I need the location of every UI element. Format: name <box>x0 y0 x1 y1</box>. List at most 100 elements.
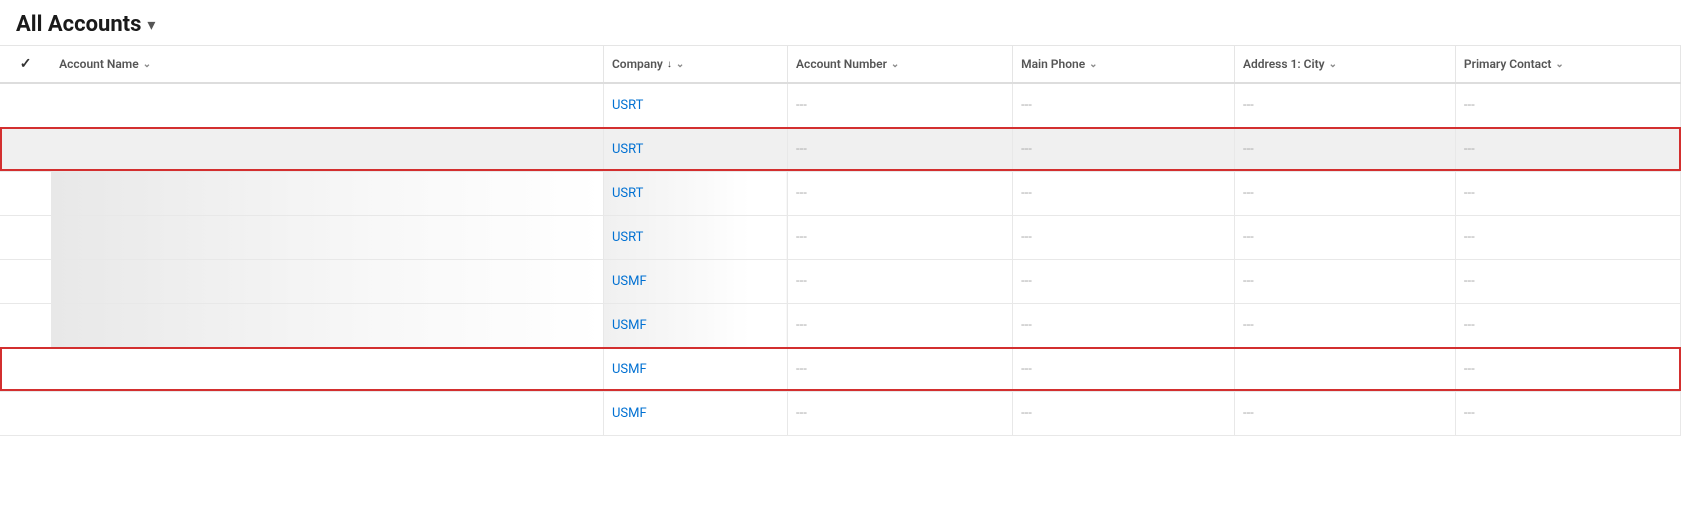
table-row[interactable]: USMF--------- <box>0 347 1681 391</box>
row-company-link[interactable]: USRT <box>612 230 643 245</box>
company-col-label: Company <box>612 57 663 71</box>
row-check-cell[interactable] <box>0 127 51 171</box>
row-company-cell[interactable]: USRT <box>603 215 787 259</box>
row-account-number-value: --- <box>796 318 807 333</box>
row-account-name-cell <box>51 303 603 347</box>
title-text: All Accounts <box>16 12 141 37</box>
row-company-cell[interactable]: USRT <box>603 83 787 127</box>
row-main-phone-value: --- <box>1021 98 1032 113</box>
row-check-cell[interactable] <box>0 215 51 259</box>
row-company-link[interactable]: USRT <box>612 186 643 201</box>
row-address-city-cell: --- <box>1235 391 1456 435</box>
row-account-name-cell <box>51 259 603 303</box>
company-col-header[interactable]: Company ↓ ⌄ <box>603 46 787 83</box>
row-company-cell[interactable]: USMF <box>603 347 787 391</box>
row-main-phone-cell: --- <box>1013 303 1235 347</box>
row-company-link[interactable]: USMF <box>612 362 647 377</box>
row-main-phone-cell: --- <box>1013 259 1235 303</box>
row-account-number-cell: --- <box>788 347 1013 391</box>
row-account-number-value: --- <box>796 98 807 113</box>
row-company-link[interactable]: USRT <box>612 98 643 113</box>
table-header-row: ✓ Account Name ⌄ Company ↓ ⌄ <box>0 46 1681 83</box>
row-address-city-cell: --- <box>1235 83 1456 127</box>
row-check-cell[interactable] <box>0 391 51 435</box>
row-primary-contact-value: --- <box>1464 318 1475 333</box>
row-address-city-cell: --- <box>1235 127 1456 171</box>
row-account-number-value: --- <box>796 274 807 289</box>
row-primary-contact-cell: --- <box>1455 259 1680 303</box>
account-number-col-label: Account Number <box>796 57 887 71</box>
row-primary-contact-cell: --- <box>1455 83 1680 127</box>
row-main-phone-cell: --- <box>1013 171 1235 215</box>
row-address-city-cell: --- <box>1235 259 1456 303</box>
row-primary-contact-value: --- <box>1464 406 1475 421</box>
row-check-cell[interactable] <box>0 259 51 303</box>
main-phone-col-label: Main Phone <box>1021 57 1085 71</box>
row-company-link[interactable]: USRT <box>612 142 643 157</box>
table-row[interactable]: USRT------------ <box>0 127 1681 171</box>
row-address-city-value: --- <box>1243 142 1254 157</box>
primary-contact-col-header[interactable]: Primary Contact ⌄ <box>1455 46 1680 83</box>
row-address-city-value: --- <box>1243 230 1254 245</box>
row-company-link[interactable]: USMF <box>612 274 647 289</box>
table-row[interactable]: USRT --- --- --- --- <box>0 83 1681 127</box>
row-address-city-value: --- <box>1243 406 1254 421</box>
row-account-number-value: --- <box>796 230 807 245</box>
check-col-header: ✓ <box>0 46 51 83</box>
address-city-sort-icon: ⌄ <box>1329 59 1337 70</box>
table-row[interactable]: USRT------------ <box>0 171 1681 215</box>
row-check-cell[interactable] <box>0 303 51 347</box>
row-account-number-value: --- <box>796 142 807 157</box>
table-row[interactable]: USMF --- --- --- --- <box>0 391 1681 435</box>
row-primary-contact-cell: --- <box>1455 347 1680 391</box>
row-account-number-cell: --- <box>788 259 1013 303</box>
row-account-name-cell <box>51 391 603 435</box>
row-address-city-cell: --- <box>1235 215 1456 259</box>
row-account-name-cell <box>51 127 603 171</box>
row-check-cell[interactable] <box>0 347 51 391</box>
row-primary-contact-value: --- <box>1464 230 1475 245</box>
row-main-phone-value: --- <box>1021 274 1032 289</box>
row-primary-contact-cell: --- <box>1455 215 1680 259</box>
row-main-phone-cell: --- <box>1013 215 1235 259</box>
account-number-col-header[interactable]: Account Number ⌄ <box>788 46 1013 83</box>
account-name-col-header[interactable]: Account Name ⌄ <box>51 46 603 83</box>
row-main-phone-cell: --- <box>1013 391 1235 435</box>
page-header: All Accounts ▾ <box>0 0 1681 46</box>
main-phone-sort-icon: ⌄ <box>1089 59 1097 70</box>
row-check-cell[interactable] <box>0 171 51 215</box>
row-primary-contact-cell: --- <box>1455 127 1680 171</box>
row-company-cell[interactable]: USRT <box>603 127 787 171</box>
row-address-city-value: --- <box>1243 186 1254 201</box>
row-company-cell[interactable]: USMF <box>603 391 787 435</box>
row-account-number-cell: --- <box>788 391 1013 435</box>
table-row[interactable]: USMF------------ <box>0 303 1681 347</box>
address-city-col-header[interactable]: Address 1: City ⌄ <box>1235 46 1456 83</box>
check-icon: ✓ <box>20 56 32 72</box>
row-address-city-value: --- <box>1243 274 1254 289</box>
account-name-col-label: Account Name <box>59 57 139 71</box>
row-company-link[interactable]: USMF <box>612 406 647 421</box>
row-address-city-value: --- <box>1243 98 1254 113</box>
row-account-name-cell <box>51 83 603 127</box>
row-check-cell[interactable] <box>0 83 51 127</box>
row-account-number-cell: --- <box>788 127 1013 171</box>
row-main-phone-value: --- <box>1021 186 1032 201</box>
table-row[interactable]: USRT --- --- --- --- <box>0 215 1681 259</box>
row-company-link[interactable]: USMF <box>612 318 647 333</box>
row-company-cell[interactable]: USRT <box>603 171 787 215</box>
row-account-name-cell <box>51 171 603 215</box>
row-company-cell[interactable]: USMF <box>603 303 787 347</box>
main-phone-col-header[interactable]: Main Phone ⌄ <box>1013 46 1235 83</box>
row-primary-contact-value: --- <box>1464 142 1475 157</box>
row-primary-contact-cell: --- <box>1455 391 1680 435</box>
row-account-number-value: --- <box>796 406 807 421</box>
row-account-number-value: --- <box>796 186 807 201</box>
address-city-col-label: Address 1: City <box>1243 57 1325 71</box>
page-title[interactable]: All Accounts ▾ <box>16 12 155 37</box>
row-company-cell[interactable]: USMF <box>603 259 787 303</box>
row-account-number-cell: --- <box>788 303 1013 347</box>
row-primary-contact-value: --- <box>1464 274 1475 289</box>
row-account-number-cell: --- <box>788 83 1013 127</box>
table-row[interactable]: USMF --- --- --- --- <box>0 259 1681 303</box>
